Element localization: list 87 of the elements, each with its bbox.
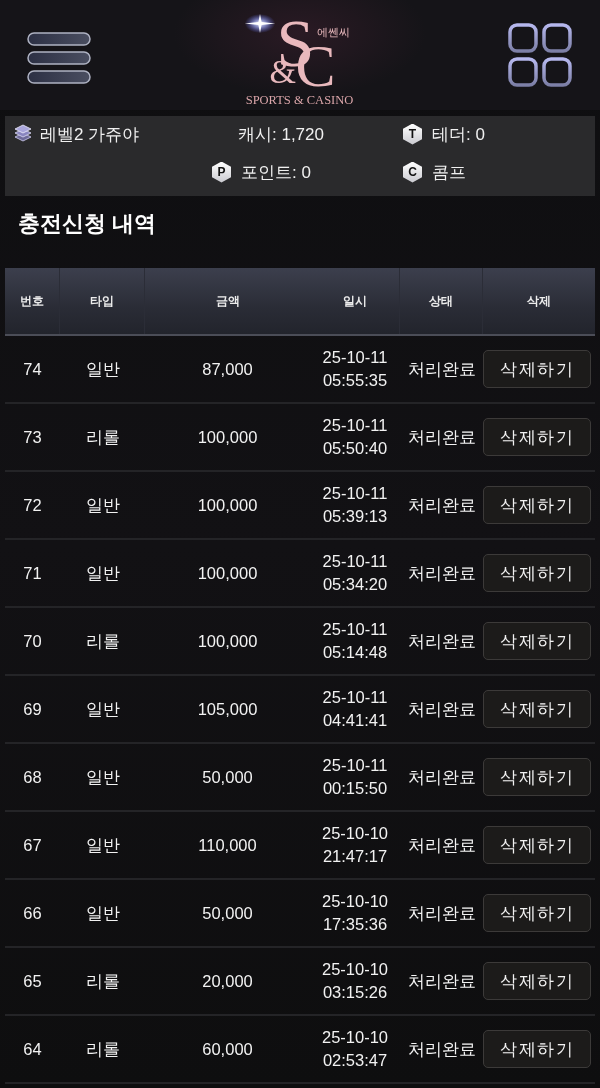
grid-icon	[508, 23, 572, 87]
datetime-cell-text: 25-10-10 03:15:26	[320, 959, 390, 1003]
datetime-cell-text: 25-10-10 21:47:17	[320, 823, 390, 867]
status-cell-text: 처리완료	[407, 970, 476, 992]
letter-badge: C	[403, 161, 422, 183]
amount-cell-text: 110,000	[198, 834, 257, 856]
status-cell-text: 처리완료	[407, 358, 476, 380]
datetime-cell-text: 25-10-11 04:41:41	[321, 687, 389, 731]
type-cell-text: 일반	[85, 494, 120, 516]
delete-button[interactable]: 삭제하기	[483, 418, 591, 456]
amount-cell-text: 50,000	[202, 902, 253, 924]
number-cell-text: 69	[23, 698, 42, 720]
delete-button[interactable]: 삭제하기	[483, 690, 591, 728]
status-cell-text: 처리완료	[407, 902, 476, 924]
number-cell-text: 70	[23, 630, 42, 652]
column-header: 금액	[214, 292, 241, 310]
type-cell-text: 리롤	[85, 970, 120, 992]
logo-subtitle: 에쎈씨	[316, 25, 350, 40]
status-cell-text: 처리완료	[407, 426, 476, 448]
balance-label: 콤프	[432, 161, 466, 184]
sparkle-icon	[243, 13, 276, 34]
amount-cell-text: 87,000	[202, 358, 253, 380]
balance-label: 포인트: 0	[241, 161, 311, 184]
letter-badge: T	[403, 123, 422, 145]
type-cell-text: 리롤	[85, 630, 120, 652]
datetime-cell-text: 25-10-11 05:50:40	[321, 415, 389, 459]
delete-button[interactable]: 삭제하기	[483, 350, 591, 388]
column-header: 삭제	[526, 292, 552, 310]
datetime-cell-text: 25-10-11 05:34:20	[321, 551, 389, 595]
delete-button[interactable]: 삭제하기	[483, 1030, 591, 1068]
number-cell-text: 67	[23, 834, 42, 856]
delete-button[interactable]: 삭제하기	[483, 894, 591, 932]
column-header: 타입	[60, 268, 145, 334]
number-cell-text: 74	[23, 358, 42, 380]
type-cell-text: 리롤	[85, 426, 120, 448]
number-cell-text: 73	[23, 426, 42, 448]
type-cell-text: 리롤	[85, 1038, 120, 1060]
amount-cell-text: 100,000	[197, 562, 258, 584]
number-cell-text: 66	[23, 902, 42, 924]
type-cell-text: 일반	[85, 698, 120, 720]
datetime-cell-text: 25-10-10 02:53:47	[320, 1027, 390, 1071]
letter-badge: P	[212, 161, 231, 183]
number-cell-text: 72	[23, 494, 42, 516]
status-cell-text: 처리완료	[407, 1038, 476, 1060]
balance-label: 테더: 0	[432, 123, 485, 146]
amount-cell-text: 100,000	[197, 426, 258, 448]
status-cell-text: 처리완료	[407, 698, 476, 720]
datetime-cell-text: 25-10-11 05:55:35	[321, 347, 389, 391]
balance-label: 캐시: 1,720	[238, 123, 324, 146]
type-cell-text: 일반	[85, 358, 120, 380]
delete-button[interactable]: 삭제하기	[483, 962, 591, 1000]
delete-button[interactable]: 삭제하기	[483, 554, 591, 592]
page-title: 충전신청 내역	[17, 210, 157, 238]
delete-button[interactable]: 삭제하기	[483, 486, 591, 524]
menu-icon	[27, 32, 91, 84]
logo-tagline: SPORTS & CASINO	[244, 93, 355, 108]
amount-cell-text: 50,000	[202, 766, 253, 788]
amount-cell-text: 100,000	[197, 630, 258, 652]
status-cell-text: 처리완료	[407, 494, 476, 516]
amount-cell-text: 100,000	[197, 494, 258, 516]
type-cell-text: 일반	[85, 834, 120, 856]
amount-cell-text: 105,000	[197, 698, 258, 720]
delete-button[interactable]: 삭제하기	[483, 622, 591, 660]
delete-button[interactable]: 삭제하기	[483, 826, 591, 864]
datetime-cell-text: 25-10-10 17:35:36	[320, 891, 390, 935]
status-cell-text: 처리완료	[407, 562, 476, 584]
column-header: 일시	[310, 268, 400, 334]
datetime-cell-text: 25-10-11 00:15:50	[321, 755, 389, 799]
datetime-cell-text: 25-10-11 05:39:13	[321, 483, 389, 527]
type-cell-text: 일반	[85, 766, 120, 788]
type-cell-text: 일반	[85, 902, 120, 924]
number-cell-text: 65	[23, 970, 42, 992]
status-cell-text: 처리완료	[407, 834, 476, 856]
apps-button[interactable]	[508, 23, 572, 87]
delete-button[interactable]: 삭제하기	[483, 758, 591, 796]
number-cell-text: 64	[23, 1038, 42, 1060]
type-cell-text: 일반	[85, 562, 120, 584]
amount-cell-text: 60,000	[202, 1038, 253, 1060]
number-cell-text: 68	[23, 766, 42, 788]
number-cell-text: 71	[23, 562, 42, 584]
status-cell-text: 처리완료	[407, 630, 476, 652]
level-label: 레벨2 가쥬야	[40, 123, 140, 146]
column-header: 상태	[400, 268, 483, 334]
column-header: 번호	[5, 268, 60, 334]
datetime-cell-text: 25-10-11 05:14:48	[321, 619, 389, 663]
status-cell-text: 처리완료	[407, 766, 476, 788]
amount-cell-text: 20,000	[202, 970, 253, 992]
